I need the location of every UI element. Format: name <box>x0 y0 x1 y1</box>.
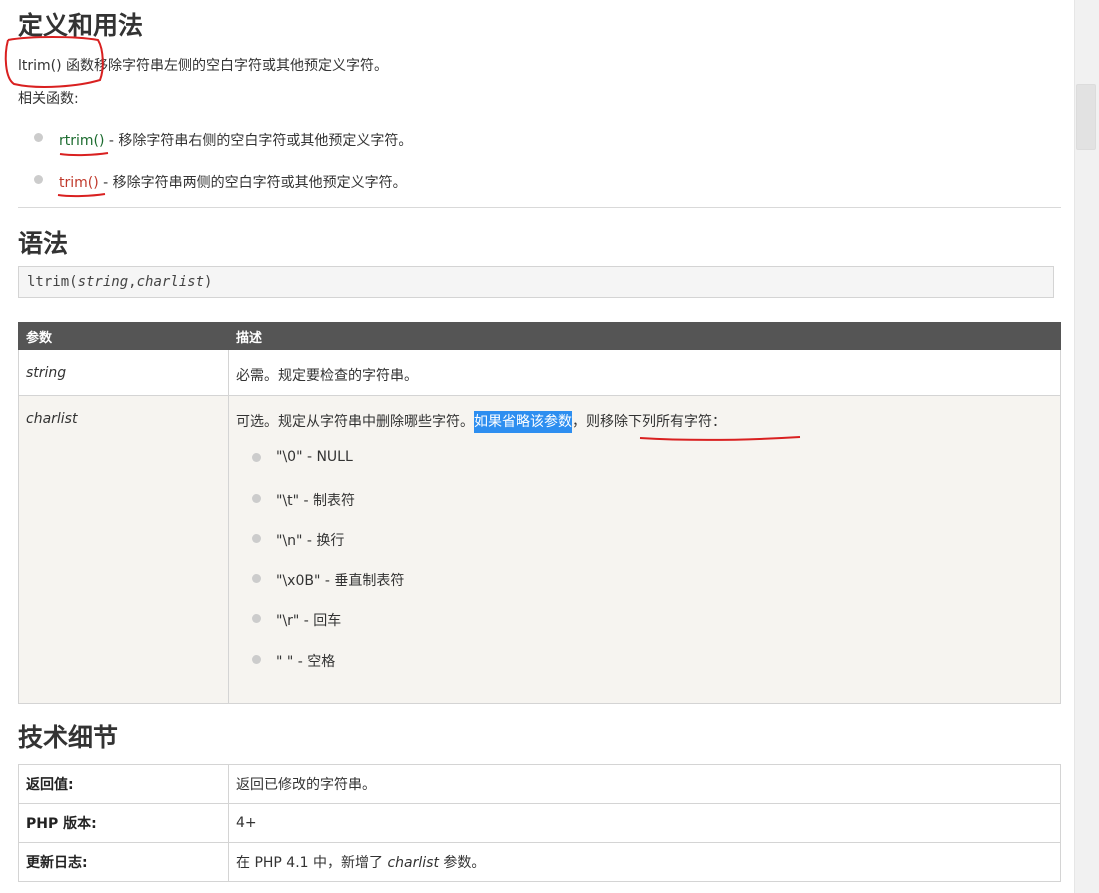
bullet-icon <box>34 175 43 184</box>
underline-annotation <box>57 193 106 198</box>
bullet-icon <box>252 655 261 664</box>
table-row: charlist 可选。规定从字符串中删除哪些字符。如果省略该参数，则移除下列所… <box>18 395 1061 704</box>
bullet-icon <box>252 534 261 543</box>
tech-key: 返回值: <box>18 764 229 804</box>
tech-key: PHP 版本: <box>18 803 229 843</box>
related-item-trim: trim() - 移除字符串两侧的空白字符或其他预定义字符。 <box>59 175 407 191</box>
definition-intro: ltrim() 函数移除字符串左侧的空白字符或其他预定义字符。 <box>18 55 388 75</box>
tech-heading: 技术细节 <box>18 723 119 752</box>
bullet-icon <box>252 574 261 583</box>
scrollbar-thumb[interactable] <box>1076 84 1096 150</box>
tech-key: 更新日志: <box>18 842 229 882</box>
bullet-icon <box>252 614 261 623</box>
table-row: 返回值: 返回已修改的字符串。 <box>18 764 1061 804</box>
related-label: 相关函数: <box>18 91 79 107</box>
list-item: "\n" - 换行 <box>276 533 345 549</box>
params-header-desc: 描述 <box>228 322 1061 350</box>
params-header-param: 参数 <box>18 322 229 350</box>
tech-table: 返回值: 返回已修改的字符串。 PHP 版本: 4+ 更新日志: 在 PHP 4… <box>18 764 1061 882</box>
param-name: charlist <box>18 395 229 704</box>
related-item-rtrim: rtrim() - 移除字符串右侧的空白字符或其他预定义字符。 <box>59 133 413 149</box>
list-item: "\0" - NULL <box>276 449 353 465</box>
trim-link[interactable]: trim() <box>59 175 99 191</box>
syntax-heading: 语法 <box>18 229 69 258</box>
list-item: "\t" - 制表符 <box>276 493 356 509</box>
table-row: string 必需。规定要检查的字符串。 <box>18 349 1061 396</box>
scrollbar[interactable] <box>1074 0 1099 893</box>
tech-value: 在 PHP 4.1 中，新增了 charlist 参数。 <box>228 842 1061 882</box>
rtrim-link[interactable]: rtrim() <box>59 133 104 149</box>
tech-value: 返回已修改的字符串。 <box>228 764 1061 804</box>
params-header-row: 参数 描述 <box>18 322 1061 350</box>
intro-text: 移除字符串左侧的空白字符或其他预定义字符。 <box>94 58 389 74</box>
bullet-icon <box>34 133 43 142</box>
param-desc: 必需。规定要检查的字符串。 <box>228 349 1061 396</box>
list-item: "\x0B" - 垂直制表符 <box>276 573 405 589</box>
tech-value: 4+ <box>228 803 1061 843</box>
definition-heading: 定义和用法 <box>18 11 144 40</box>
param-name: string <box>18 349 229 396</box>
divider <box>18 207 1061 208</box>
underline-annotation <box>59 152 109 157</box>
highlighted-text: 如果省略该参数 <box>474 411 572 433</box>
syntax-code: ltrim(string,charlist) <box>18 266 1054 298</box>
list-item: "\r" - 回车 <box>276 613 342 629</box>
table-row: PHP 版本: 4+ <box>18 803 1061 843</box>
param-desc: 可选。规定从字符串中删除哪些字符。如果省略该参数，则移除下列所有字符： "\0"… <box>228 395 1061 704</box>
table-row: 更新日志: 在 PHP 4.1 中，新增了 charlist 参数。 <box>18 842 1061 882</box>
char-list: "\0" - NULL "\t" - 制表符 "\n" - 换行 "\x0B" … <box>236 437 1053 687</box>
params-table: 参数 描述 string 必需。规定要检查的字符串。 charlist 可选。规… <box>18 322 1061 704</box>
fn-name: ltrim() 函数 <box>18 58 95 74</box>
bullet-icon <box>252 494 261 503</box>
bullet-icon <box>252 453 261 462</box>
list-item: " " - 空格 <box>276 654 336 670</box>
